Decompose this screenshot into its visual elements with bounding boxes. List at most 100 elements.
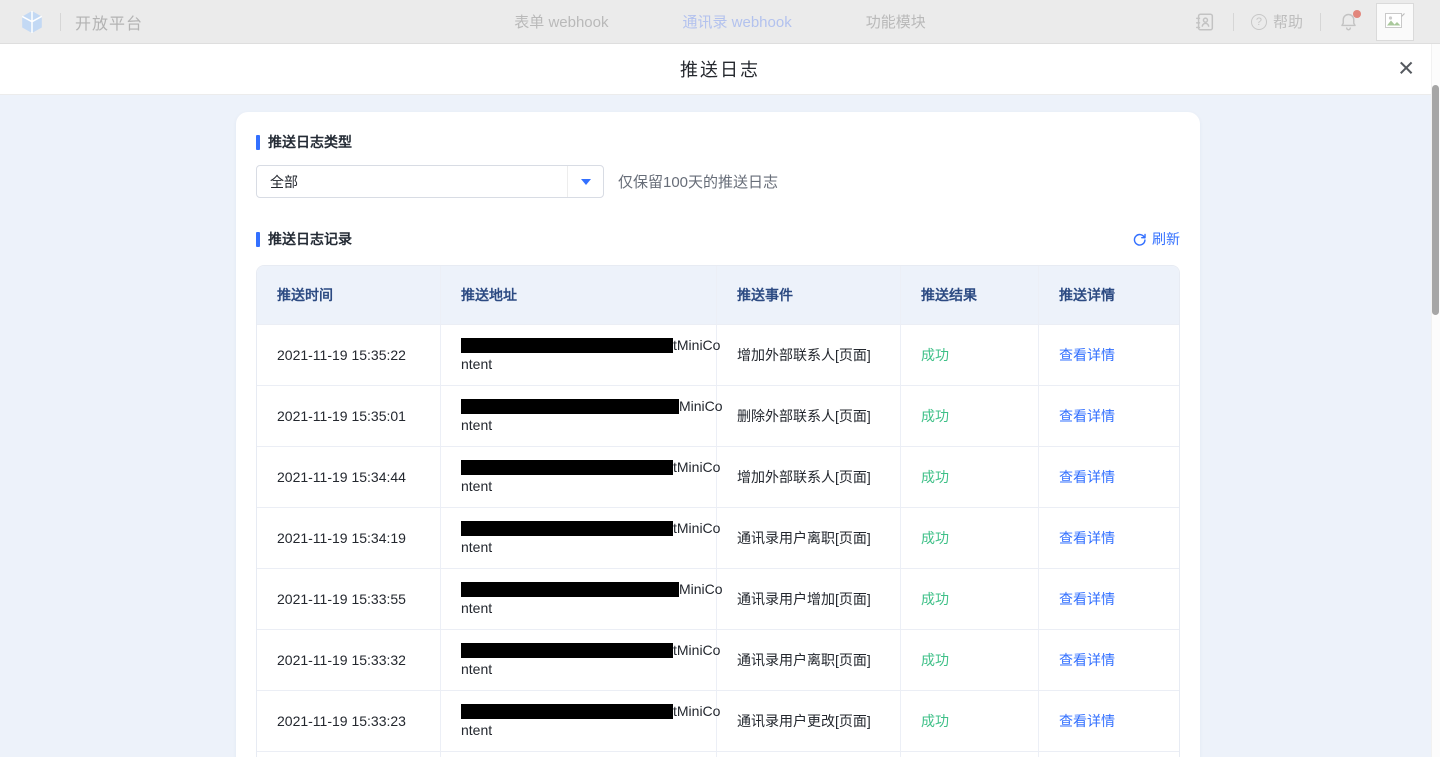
- nav-divider: [60, 13, 61, 31]
- cell-push-url: [441, 752, 717, 757]
- refresh-icon: [1132, 232, 1147, 247]
- records-label: 推送日志记录: [268, 229, 352, 249]
- url-suffix: tMiniCo: [673, 336, 720, 355]
- url-suffix-wrap: ntent: [461, 660, 492, 679]
- cell-push-url: tMiniCo ntent: [441, 447, 717, 507]
- tab-function-modules[interactable]: 功能模块: [866, 11, 926, 32]
- cell-push-time: 2021-11-19 15:35:01: [257, 386, 441, 446]
- header-push-url: 推送地址: [441, 266, 717, 324]
- log-type-dropdown[interactable]: 全部: [256, 165, 604, 198]
- view-details-link[interactable]: 查看详情: [1059, 467, 1115, 487]
- navbar-right: ? 帮助: [1194, 3, 1440, 41]
- app-logo-cube-icon[interactable]: [18, 8, 46, 36]
- table-row: 2021-11-19 15:35:22 tMiniCo ntent 增加外部联系…: [257, 324, 1179, 385]
- contacts-book-icon[interactable]: [1194, 11, 1216, 33]
- help-button[interactable]: ? 帮助: [1251, 11, 1303, 32]
- nav-divider: [1233, 13, 1234, 31]
- push-time: 2021-11-19 15:33:23: [277, 713, 406, 729]
- tab-contacts-webhook[interactable]: 通讯录 webhook: [682, 11, 791, 32]
- retention-note: 仅保留100天的推送日志: [618, 171, 778, 192]
- push-time: 2021-11-19 15:34:44: [277, 469, 406, 485]
- push-time: 2021-11-19 15:35:22: [277, 347, 406, 363]
- header-push-detail: 推送详情: [1039, 266, 1179, 324]
- url-suffix: tMiniCo: [673, 702, 720, 721]
- cell-push-time: 2021-11-19 15:33:23: [257, 691, 441, 751]
- cell-push-url: MiniCo ntent: [441, 386, 717, 446]
- cell-push-url: tMiniCo ntent: [441, 508, 717, 568]
- url-suffix: tMiniCo: [673, 519, 720, 538]
- help-icon: ?: [1251, 14, 1267, 30]
- status-badge: 成功: [921, 528, 949, 548]
- cell-push-result: 成功: [901, 325, 1039, 385]
- dropdown-selected-value: 全部: [257, 166, 567, 197]
- cell-push-result: 成功: [901, 630, 1039, 690]
- cell-push-detail: 查看详情: [1039, 386, 1179, 446]
- dropdown-caret-zone[interactable]: [567, 166, 603, 197]
- refresh-button[interactable]: 刷新: [1132, 229, 1180, 249]
- top-navbar: 开放平台 表单 webhook 通讯录 webhook 功能模块 ? 帮助: [0, 0, 1440, 44]
- close-icon[interactable]: ✕: [1397, 59, 1415, 80]
- log-type-section-title: 推送日志类型: [256, 132, 1180, 152]
- cell-push-event: 通讯录用户增加[页面]: [717, 569, 901, 629]
- nav-divider: [1320, 13, 1321, 31]
- notification-bell-button[interactable]: [1338, 11, 1359, 32]
- push-event: 通讯录用户增加[页面]: [737, 589, 871, 609]
- cell-push-time: 2021-11-19 15:34:44: [257, 447, 441, 507]
- push-time: 2021-11-19 15:34:19: [277, 530, 406, 546]
- cell-push-url: MiniCo ntent: [441, 569, 717, 629]
- log-type-label: 推送日志类型: [268, 132, 352, 152]
- redacted-url-bar: [461, 399, 679, 414]
- accent-bar: [256, 135, 260, 150]
- table-row: 2021-11-19 15:33:23 tMiniCo ntent 通讯录用户更…: [257, 690, 1179, 751]
- cell-push-result: 成功: [901, 447, 1039, 507]
- url-suffix-wrap: ntent: [461, 355, 492, 374]
- url-suffix-wrap: ntent: [461, 599, 492, 618]
- cell-push-event: 删除外部联系人[页面]: [717, 386, 901, 446]
- push-time: 2021-11-19 15:33:32: [277, 652, 406, 668]
- help-label: 帮助: [1273, 11, 1303, 32]
- header-push-result: 推送结果: [901, 266, 1039, 324]
- modal-body: 推送日志类型 全部 仅保留100天的推送日志 推送日志记录 刷新: [0, 95, 1440, 757]
- accent-bar: [256, 232, 260, 247]
- redacted-url-bar: [461, 460, 673, 475]
- cell-push-detail: 查看详情: [1039, 325, 1179, 385]
- cell-push-event: 通讯录用户离职[页面]: [717, 508, 901, 568]
- view-details-link[interactable]: 查看详情: [1059, 650, 1115, 670]
- nav-tabs: 表单 webhook 通讯录 webhook 功能模块: [514, 11, 925, 32]
- filter-row: 全部 仅保留100天的推送日志: [256, 165, 1180, 198]
- push-time: 2021-11-19 15:35:01: [277, 408, 406, 424]
- cell-push-result: [901, 752, 1039, 757]
- redacted-url-bar: [461, 521, 673, 536]
- view-details-link[interactable]: 查看详情: [1059, 589, 1115, 609]
- table-row: 2021-11-19 15:35:01 MiniCo ntent 删除外部联系人…: [257, 385, 1179, 446]
- url-suffix-wrap: ntent: [461, 721, 492, 740]
- push-event: 删除外部联系人[页面]: [737, 406, 871, 426]
- status-badge: 成功: [921, 711, 949, 731]
- redacted-url-bar: [461, 338, 673, 353]
- view-details-link[interactable]: 查看详情: [1059, 528, 1115, 548]
- view-details-link[interactable]: 查看详情: [1059, 406, 1115, 426]
- cell-push-time: 2021-11-19 15:34:19: [257, 508, 441, 568]
- url-suffix-wrap: ntent: [461, 477, 492, 496]
- caret-down-icon: [581, 179, 591, 185]
- scrollbar-track[interactable]: [1431, 44, 1440, 757]
- refresh-label: 刷新: [1152, 229, 1180, 249]
- view-details-link[interactable]: 查看详情: [1059, 345, 1115, 365]
- tab-form-webhook[interactable]: 表单 webhook: [514, 11, 608, 32]
- cell-push-time: [257, 752, 441, 757]
- cell-push-detail: 查看详情: [1039, 569, 1179, 629]
- table-row-partial: [257, 751, 1179, 757]
- avatar[interactable]: [1376, 3, 1414, 41]
- avatar-image-placeholder-icon: [1384, 12, 1406, 31]
- cell-push-time: 2021-11-19 15:33:55: [257, 569, 441, 629]
- status-badge: 成功: [921, 406, 949, 426]
- navbar-left: 开放平台: [0, 8, 143, 36]
- view-details-link[interactable]: 查看详情: [1059, 711, 1115, 731]
- modal-titlebar: 推送日志 ✕: [0, 44, 1440, 95]
- cell-push-event: [717, 752, 901, 757]
- scrollbar-thumb[interactable]: [1432, 85, 1439, 315]
- status-badge: 成功: [921, 589, 949, 609]
- push-event: 增加外部联系人[页面]: [737, 467, 871, 487]
- cell-push-detail: 查看详情: [1039, 508, 1179, 568]
- table-row: 2021-11-19 15:34:44 tMiniCo ntent 增加外部联系…: [257, 446, 1179, 507]
